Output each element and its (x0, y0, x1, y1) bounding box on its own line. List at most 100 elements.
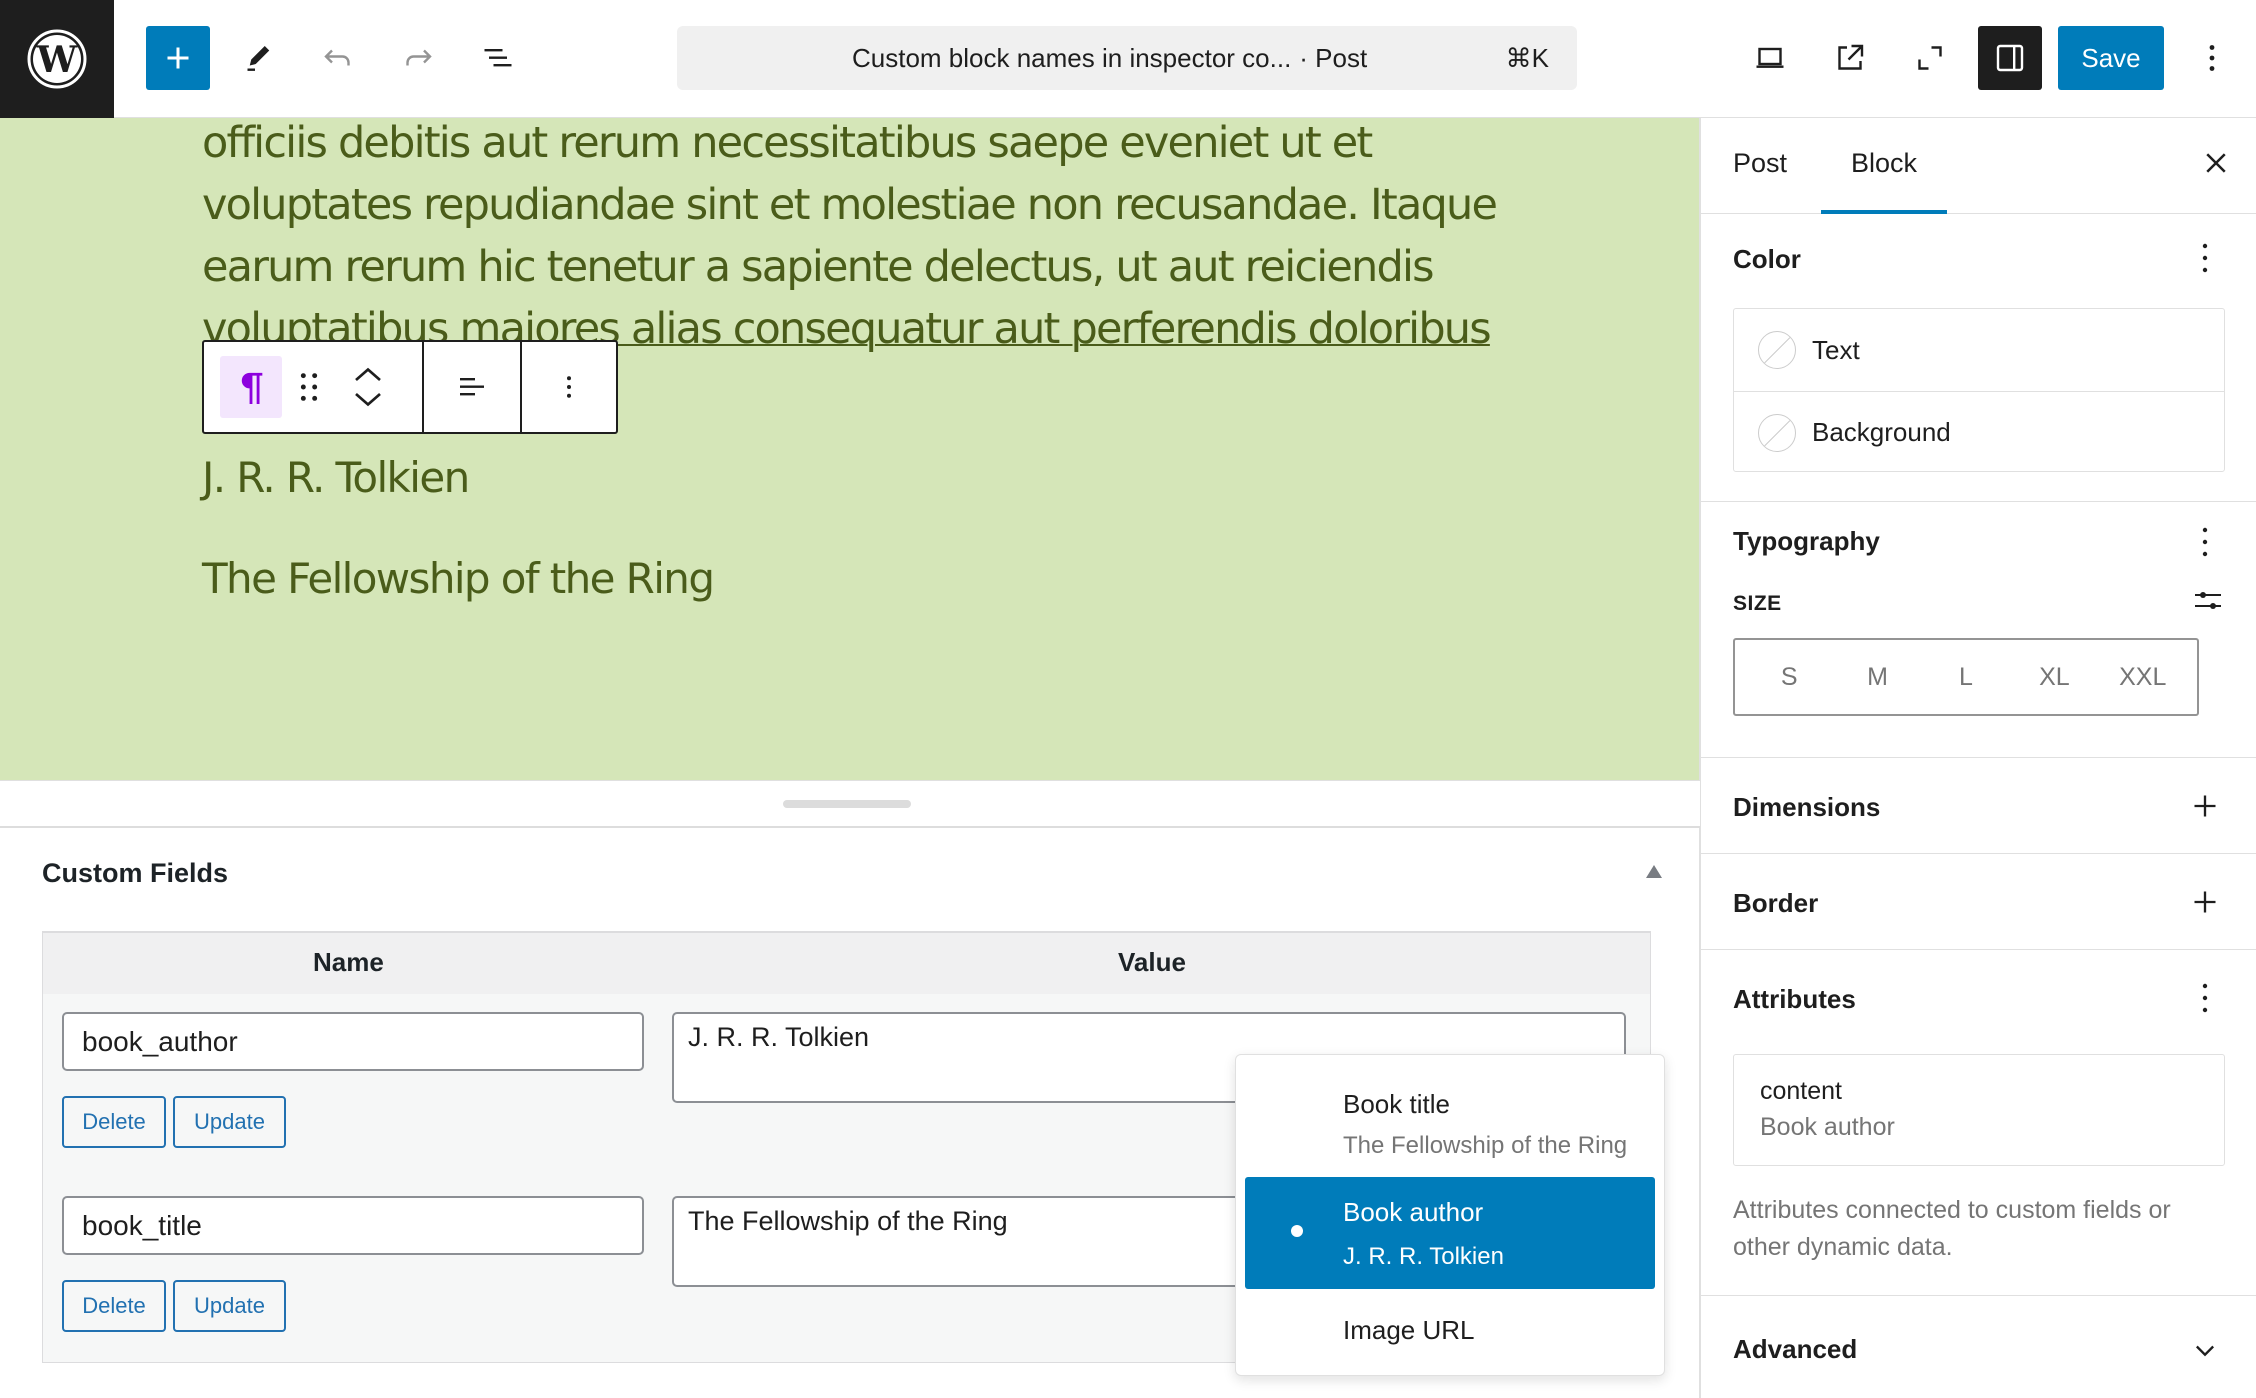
delete-button[interactable]: Delete (62, 1096, 166, 1148)
bindings-dropdown-menu: Book title The Fellowship of the Ring Bo… (1235, 1054, 1665, 1376)
font-size-picker: S M L XL XXL (1733, 638, 2199, 716)
undo-button[interactable] (306, 26, 370, 90)
menu-item-label: Image URL (1343, 1315, 1475, 1345)
border-panel-title: Border (1733, 888, 1819, 918)
color-background-option[interactable]: Background (1734, 391, 2224, 473)
options-button[interactable] (2180, 26, 2244, 90)
meta-boxes-resize-area (0, 780, 1700, 828)
chevron-down-icon[interactable] (2191, 1336, 2219, 1364)
document-overview-button[interactable] (466, 26, 530, 90)
color-swatch-icon (1758, 413, 1796, 452)
paragraph-line: earum rerum hic tenetur a sapiente delec… (202, 242, 1435, 292)
field-name-input[interactable]: book_author (62, 1012, 644, 1071)
typography-panel: Typography SIZE S M L XL XXL (1701, 502, 2256, 758)
settings-toggle-button[interactable] (1978, 26, 2042, 90)
tools-button[interactable] (226, 26, 290, 90)
menu-item-book-title[interactable]: Book title The Fellowship of the Ring (1245, 1065, 1655, 1169)
color-text-option[interactable]: Text (1734, 309, 2224, 391)
attributes-panel: Attributes content Book author Attribute… (1701, 950, 2256, 1296)
column-header-value: Value (1118, 947, 1186, 977)
collapse-toggle-icon[interactable] (1646, 865, 1662, 878)
advanced-panel[interactable]: Advanced (1701, 1296, 2256, 1398)
more-vertical-icon[interactable] (2193, 524, 2217, 560)
column-header-name: Name (313, 947, 384, 977)
size-option-m[interactable]: M (1843, 663, 1913, 692)
block-toolbar-group-main (204, 342, 424, 432)
redo-button[interactable] (386, 26, 450, 90)
paragraph-block[interactable]: officiis debitis aut rerum necessitatibu… (202, 118, 1542, 360)
plus-icon[interactable] (2191, 888, 2219, 916)
align-left-icon (460, 378, 484, 396)
more-vertical-icon (2209, 45, 2215, 71)
view-button[interactable] (1738, 26, 1802, 90)
menu-item-sublabel: J. R. R. Tolkien (1343, 1243, 1504, 1270)
update-button[interactable]: Update (173, 1280, 286, 1332)
move-up-icon[interactable] (353, 366, 383, 382)
menu-item-image-url[interactable]: Image URL (1245, 1297, 1655, 1367)
color-panel-title: Color (1733, 244, 1801, 274)
paragraph-line: voluptates repudiandae sint et molestiae… (202, 180, 1498, 230)
delete-button[interactable]: Delete (62, 1280, 166, 1332)
size-option-l[interactable]: L (1931, 663, 2001, 692)
plus-icon (167, 47, 189, 69)
size-label: SIZE (1733, 592, 1782, 615)
preview-button[interactable] (1818, 26, 1882, 90)
pencil-icon (247, 46, 270, 71)
svg-text:W: W (36, 39, 78, 81)
menu-item-label: Book title (1343, 1089, 1450, 1119)
close-icon[interactable] (2201, 148, 2231, 178)
editor-canvas[interactable]: officiis debitis aut rerum necessitatibu… (0, 118, 1700, 780)
drag-handle[interactable] (282, 342, 336, 432)
size-option-s[interactable]: S (1754, 663, 1824, 692)
redo-icon (406, 49, 432, 66)
field-name-input[interactable]: book_title (62, 1196, 644, 1255)
color-option-label: Text (1812, 334, 1860, 365)
list-view-icon (484, 49, 512, 67)
attributes-panel-title: Attributes (1733, 984, 1856, 1014)
wordpress-logo-button[interactable]: W (0, 0, 114, 118)
color-panel: Color Text Background (1701, 214, 2256, 502)
resize-handle[interactable] (783, 800, 911, 808)
border-panel[interactable]: Border (1701, 854, 2256, 950)
sidebar-toggle-icon (1996, 44, 2024, 72)
attributes-help-text: Attributes connected to custom fields or… (1733, 1196, 2171, 1261)
external-link-icon (1838, 44, 1864, 70)
title-paragraph-block[interactable]: The Fellowship of the Ring (202, 554, 715, 603)
size-option-xl[interactable]: XL (2019, 663, 2089, 692)
more-vertical-icon (567, 376, 571, 398)
menu-item-book-author[interactable]: Book author J. R. R. Tolkien (1245, 1177, 1655, 1289)
author-paragraph-block[interactable]: J. R. R. Tolkien (202, 453, 470, 502)
undo-icon (324, 49, 350, 66)
move-down-icon[interactable] (353, 392, 383, 408)
document-title: Custom block names in inspector co... · P… (852, 42, 1368, 73)
block-options-button[interactable] (522, 342, 616, 432)
save-button[interactable]: Save (2058, 26, 2164, 90)
menu-item-sublabel: The Fellowship of the Ring (1343, 1132, 1628, 1159)
attribute-name: content (1760, 1077, 1843, 1105)
drag-handle-icon (300, 373, 318, 401)
dimensions-panel[interactable]: Dimensions (1701, 758, 2256, 854)
editor-header: W Custom block names in inspector co... ·… (0, 0, 2256, 118)
block-inserter-button[interactable] (146, 26, 210, 90)
block-type-button[interactable] (220, 356, 282, 418)
more-vertical-icon[interactable] (2193, 240, 2217, 276)
align-button[interactable] (424, 342, 522, 432)
attribute-binding-item[interactable]: content Book author (1733, 1054, 2225, 1166)
selected-dot-icon (1291, 1225, 1303, 1237)
document-type: · Post (1299, 42, 1368, 73)
plus-icon[interactable] (2191, 792, 2219, 820)
color-swatch-icon (1758, 331, 1796, 369)
tab-post[interactable]: Post (1733, 148, 1787, 179)
size-option-xxl[interactable]: XXL (2108, 663, 2178, 692)
paragraph-line: officiis debitis aut rerum necessitatibu… (202, 118, 1373, 168)
color-option-label: Background (1812, 417, 1951, 447)
block-toolbar (202, 340, 618, 434)
fullscreen-button[interactable] (1898, 26, 1962, 90)
table-header: Name Value (43, 932, 1650, 994)
more-vertical-icon[interactable] (2193, 980, 2217, 1016)
update-button[interactable]: Update (173, 1096, 286, 1148)
tab-block[interactable]: Block (1851, 148, 1917, 179)
custom-size-toggle-icon[interactable] (2193, 586, 2223, 616)
command-palette-button[interactable]: Custom block names in inspector co... · P… (677, 26, 1577, 90)
custom-fields-heading: Custom Fields (42, 858, 229, 888)
